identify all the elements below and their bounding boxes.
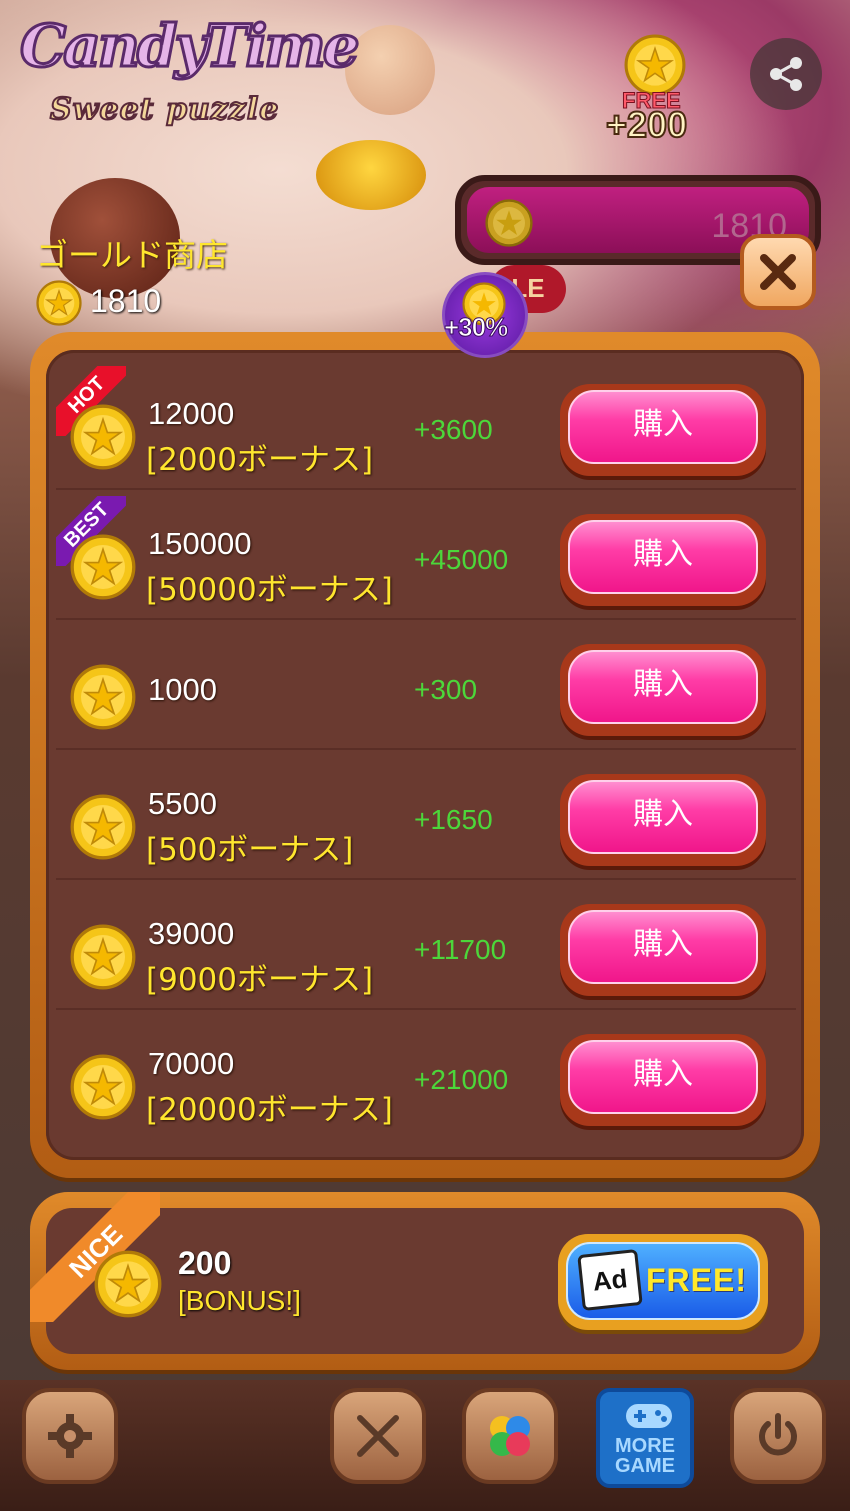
item-plus-bonus: +21000: [414, 1064, 509, 1095]
coin-icon: [624, 34, 686, 96]
item-plus-bonus: +300: [414, 674, 478, 705]
power-button[interactable]: [730, 1388, 826, 1484]
coin-icon: [485, 199, 533, 247]
item-bonus: [2000ボーナス]: [146, 442, 374, 478]
more-games-label: MORE GAME: [615, 1435, 675, 1477]
row-divider: [56, 1008, 796, 1010]
battle-button[interactable]: [330, 1388, 426, 1484]
buy-button[interactable]: 購入: [560, 384, 766, 476]
coin-icon: [70, 664, 136, 730]
candy-decoration: [316, 140, 426, 210]
shop-item-row: 1000 +300 購入: [56, 626, 796, 750]
balance-value: 1810: [90, 283, 162, 319]
row-divider: [56, 618, 796, 620]
bonus-percent-text: +30%: [443, 312, 508, 343]
coin-icon: [36, 280, 82, 326]
free-coin-reward[interactable]: FREE +200: [600, 30, 710, 146]
coin-icon: [70, 794, 136, 860]
settings-button[interactable]: [22, 1388, 118, 1484]
share-icon: [770, 57, 802, 91]
coin-icon: [70, 534, 136, 600]
item-amount: 5500: [148, 786, 217, 821]
logo-subtitle: Sweet puzzle: [49, 91, 280, 128]
item-amount: 70000: [148, 1046, 235, 1081]
coin-icon: [94, 1250, 162, 1318]
shop-item-row: 39000 [9000ボーナス] +11700 購入: [56, 886, 796, 1010]
game-logo: CandyTime Sweet puzzle: [19, 11, 362, 132]
item-bonus: [500ボーナス]: [146, 832, 354, 868]
close-button[interactable]: [740, 234, 816, 310]
free-amount: +200: [605, 103, 688, 146]
item-bonus: [50000ボーナス]: [146, 572, 393, 608]
item-amount: 12000: [148, 396, 235, 431]
item-amount: 1000: [148, 672, 217, 707]
coin-icon: [70, 924, 136, 990]
shop-item-row: 5500 [500ボーナス] +1650 購入: [56, 756, 796, 880]
buy-button-label: 購入: [568, 650, 758, 724]
item-plus-bonus: +3600: [414, 414, 493, 445]
color-circles-icon: [490, 1416, 530, 1456]
shop-title: ゴールド商店: [36, 236, 229, 274]
item-amount: 150000: [148, 526, 252, 561]
buy-button[interactable]: 購入: [560, 774, 766, 866]
item-bonus: [9000ボーナス]: [146, 962, 374, 998]
item-plus-bonus: +1650: [414, 804, 493, 835]
buy-button-label: 購入: [568, 520, 758, 594]
buy-button-label: 購入: [568, 910, 758, 984]
item-plus-bonus: +45000: [414, 544, 509, 575]
buy-button[interactable]: 購入: [560, 1034, 766, 1126]
buy-button-label: 購入: [568, 1040, 758, 1114]
ad-offer-amount: 200: [178, 1245, 232, 1281]
power-icon: [759, 1413, 797, 1456]
share-button[interactable]: [750, 38, 822, 110]
item-amount: 39000: [148, 916, 235, 951]
swords-icon: [357, 1415, 399, 1457]
buy-button[interactable]: 購入: [560, 904, 766, 996]
gear-icon: [48, 1414, 92, 1458]
row-divider: [56, 878, 796, 880]
more-games-button[interactable]: MORE GAME: [596, 1388, 694, 1488]
item-plus-bonus: +11700: [414, 934, 507, 965]
shop-item-row: 70000 [20000ボーナス] +21000 購入: [56, 1016, 796, 1140]
logo-title: CandyTime: [19, 11, 362, 82]
free-button-label: FREE!: [646, 1262, 747, 1298]
close-icon: [760, 254, 796, 290]
watch-ad-free-button[interactable]: Ad FREE!: [558, 1234, 768, 1330]
buy-button[interactable]: 購入: [560, 644, 766, 736]
coin-icon: [70, 1054, 136, 1120]
row-divider: [56, 488, 796, 490]
ad-offer-label: [BONUS!]: [178, 1285, 301, 1316]
coin-icon: [70, 404, 136, 470]
shop-item-row: BEST 150000 [50000ボーナス] +45000 購入: [56, 496, 796, 620]
row-divider: [56, 748, 796, 750]
item-bonus: [20000ボーナス]: [146, 1092, 393, 1128]
buy-button[interactable]: 購入: [560, 514, 766, 606]
shop-item-row: HOT 12000 [2000ボーナス] +3600 購入: [56, 366, 796, 490]
ad-icon: Ad: [577, 1249, 643, 1311]
buy-button-label: 購入: [568, 780, 758, 854]
candy-decoration: [345, 25, 435, 115]
buy-button-label: 購入: [568, 390, 758, 464]
game-mode-button[interactable]: [462, 1388, 558, 1484]
gamepad-icon: [626, 1404, 672, 1428]
bonus-percent-badge: +30%: [442, 272, 528, 362]
